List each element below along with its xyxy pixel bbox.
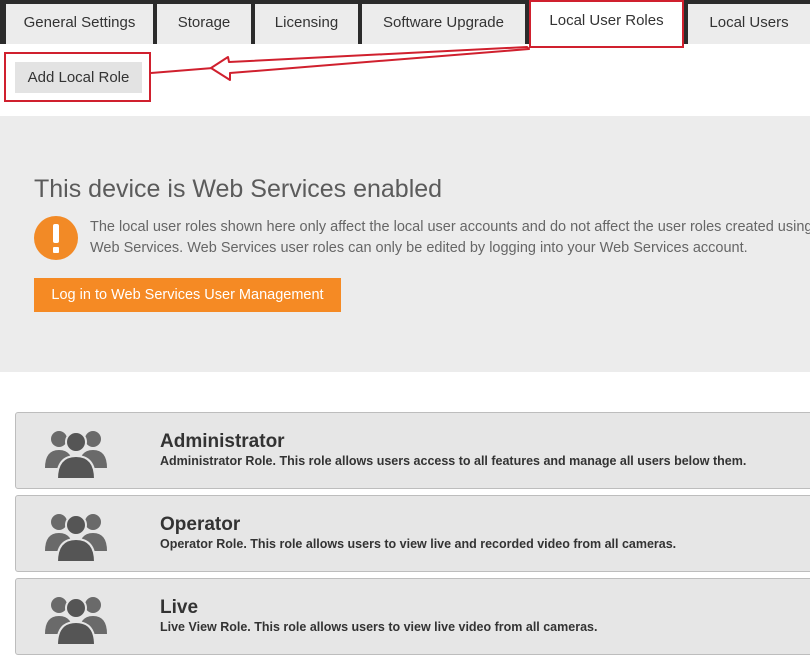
callout-arrow-icon (150, 46, 530, 81)
exclamation-icon (34, 216, 78, 260)
role-name: Administrator (160, 431, 285, 452)
role-card-live[interactable]: Live Live View Role. This role allows us… (15, 578, 810, 655)
web-services-banner: This device is Web Services enabled The … (0, 116, 810, 372)
users-group-icon (45, 431, 107, 480)
web-services-login-button[interactable]: Log in to Web Services User Management (34, 278, 341, 312)
role-card-operator[interactable]: Operator Operator Role. This role allows… (15, 495, 810, 572)
banner-message: The local user roles shown here only aff… (90, 219, 810, 256)
users-group-icon (45, 597, 107, 646)
role-name: Operator (160, 514, 241, 535)
users-group-icon (45, 514, 107, 563)
banner-title: This device is Web Services enabled (34, 175, 443, 203)
role-description: Operator Role. This role allows users to… (160, 537, 677, 551)
role-description: Live View Role. This role allows users t… (160, 620, 598, 634)
role-card-administrator[interactable]: Administrator Administrator Role. This r… (15, 412, 810, 489)
role-description: Administrator Role. This role allows use… (160, 454, 747, 468)
role-name: Live (160, 597, 199, 618)
